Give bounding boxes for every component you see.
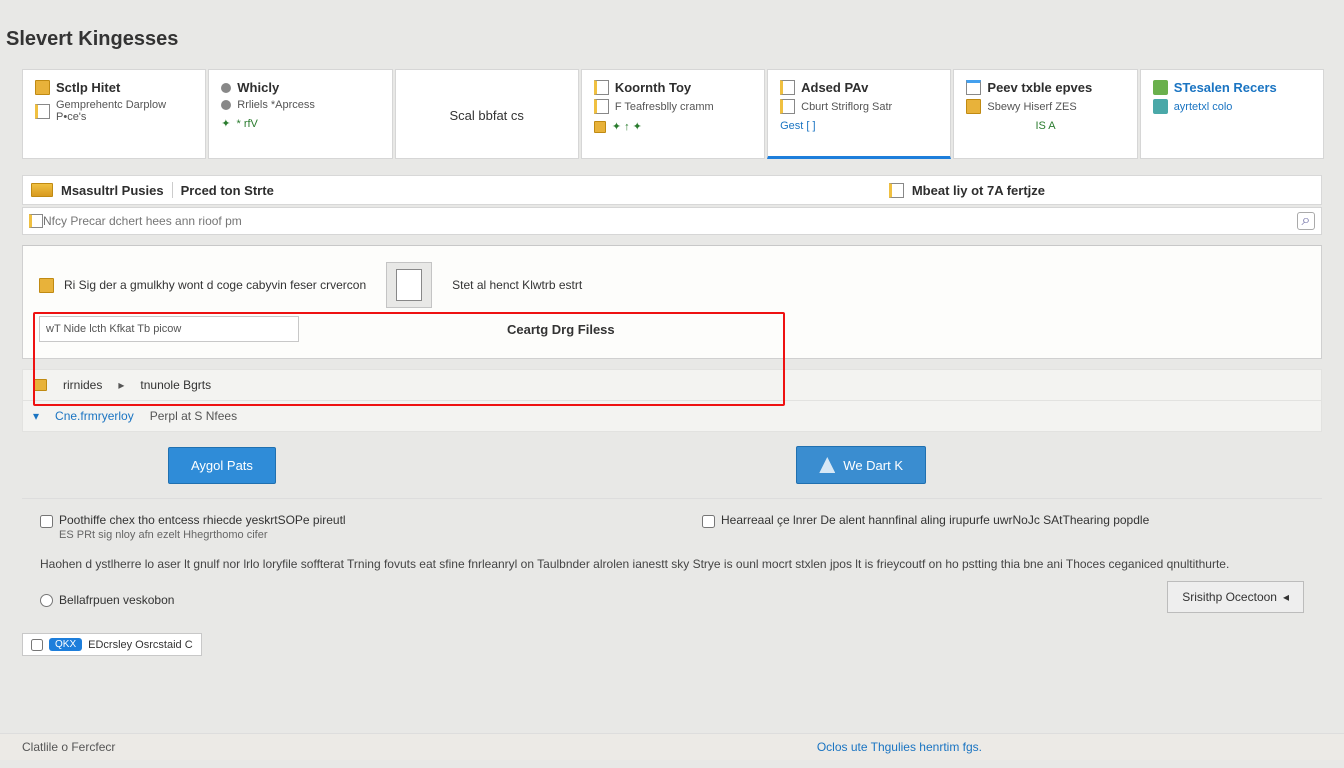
doc-icon [889,183,904,198]
tab-title: Whicly [237,80,279,95]
folder-icon [39,278,54,293]
tag-b[interactable]: tnunole Bgrts [140,378,211,392]
tab-6[interactable]: Peev txble epves Sbewy Hiserf ZES IS A [953,69,1137,159]
tab-4[interactable]: Koornth Toy F Teafresblly cramm ✦ ↑ ✦ [581,69,765,159]
page-title: Slevert Kingesses [0,0,1344,51]
bar-label-right: Prced ton Strte [181,183,274,198]
tab-sub: Rrliels *Aprcess [237,99,315,111]
tab-1[interactable]: Sctlp Hitet Gemprehentc Darplow P•ce's [22,69,206,159]
tab-7[interactable]: STesalen Recers ayrtetxl colo [1140,69,1324,159]
tab-title: Peev txble epves [987,80,1092,95]
file-stack-icon [386,262,432,308]
tab-sub: Sbewy Hiserf ZES [987,101,1076,113]
tab-5[interactable]: Adsed PAv Cburt Striflorg Satr Gest [ ] [767,69,951,159]
tab-metric: IS A [966,120,1124,132]
doc-icon [780,99,795,114]
tag-d[interactable]: Perpl at S Nfees [150,409,237,423]
chk2-label: Hearreaal çe lnrer De alent hannfinal al… [721,513,1149,527]
tab-title: Adsed PAv [801,80,868,95]
doc-icon [594,99,609,114]
dropzone-title: Ceartg Drg Filess [507,322,615,337]
green-icon [1153,80,1168,95]
tab-sub: Cburt Striflorg Satr [801,101,892,113]
footer-left: Clatlile o Fercfecr [22,740,115,754]
footer-link[interactable]: Oclos ute Thgulies henrtim fgs. [817,740,982,754]
doc-icon [29,214,43,228]
dropzone[interactable]: Ceartg Drg Filess [39,316,1305,342]
search-row: ⌕ [22,207,1322,235]
upload-icon [819,457,835,473]
radio-1[interactable] [40,594,53,607]
dot-icon [221,100,231,110]
badge-text: EDcrsley Osrcstaid C [88,639,193,651]
folder-icon [33,379,47,391]
dot-icon [221,83,231,93]
tab-3[interactable]: Scal bbfat cs [395,69,579,159]
dropzone-input[interactable] [39,316,299,342]
side-button[interactable]: Srisithp Ocectoon◂ [1167,581,1304,613]
tag-a[interactable]: rirnides [63,378,102,392]
doc-icon [35,104,50,119]
tab-title: Sctlp Hitet [56,80,120,95]
checkbox-1[interactable] [40,515,53,528]
teal-icon [1153,99,1168,114]
search-input[interactable] [43,214,1297,228]
bar-label-left: Msasultrl Pusies [61,183,164,198]
badge-checkbox[interactable] [31,639,43,651]
chk1b-label: ES PRt sig nloy afn ezelt Hhegrthomo cif… [59,529,267,541]
footer: Clatlile o Fercfecr Oclos ute Thgulies h… [0,733,1344,760]
doc-icon [594,80,609,95]
tab-metric: Gest [ ] [780,120,938,132]
tags-row: rirnides ▸ tnunole Bgrts [22,369,1322,401]
checkbox-2[interactable] [702,515,715,528]
wedart-button[interactable]: We Dart K [796,446,926,484]
chevron-icon: ◂ [1283,590,1289,604]
tag-c[interactable]: Cne.frmryerloy [55,409,134,423]
top-tabs: Sctlp Hitet Gemprehentc Darplow P•ce's W… [22,69,1324,159]
tab-title: STesalen Recers [1174,80,1277,95]
tag-badge[interactable]: QKX EDcrsley Osrcstaid C [22,633,202,656]
button-row: Aygol Pats We Dart K [22,446,1322,484]
tab-metric: ✦* rfV [221,117,379,130]
apply-button[interactable]: Aygol Pats [168,447,276,484]
tab-sub: Gemprehentc Darplow P•ce's [56,99,193,123]
doc-icon [966,80,981,95]
section-bar: Msasultrl Pusies Prced ton Strte Mbeat l… [22,175,1322,205]
radio-label: Bellafrpuen veskobon [59,593,174,607]
tab-metric: ✦ ↑ ✦ [594,120,752,133]
tab-title: Koornth Toy [615,80,691,95]
tab-2[interactable]: Whicly Rrliels *Aprcess ✦* rfV [208,69,392,159]
chk1-label: Poothiffe chex tho entcess rhiecde yeskr… [59,513,346,527]
lower-section: Poothiffe chex tho entcess rhiecde yeskr… [22,498,1322,623]
doc-icon [780,80,795,95]
main-panel: Ri Sig der a gmulkhy wont d coge cabyvin… [22,245,1322,359]
bar-label-far: Mbeat liy ot 7A fertjze [912,183,1045,198]
folder-icon [31,183,53,197]
badge-pill: QKX [49,638,82,651]
tab-title: Scal bbfat cs [449,108,523,123]
folder-icon [35,80,50,95]
panel-sec-label: Stet al henct Klwtrb estrt [452,278,582,292]
tab-sub: ayrtetxl colo [1174,101,1233,113]
search-icon[interactable]: ⌕ [1297,212,1315,230]
tab-sub: F Teafresblly cramm [615,101,714,113]
tags-row-2: ▾ Cne.frmryerloy Perpl at S Nfees [22,401,1322,432]
folder-icon [966,99,981,114]
description-para: Haohen d ystlherre lo aser lt gnulf nor … [40,555,1304,573]
panel-hint: Ri Sig der a gmulkhy wont d coge cabyvin… [64,278,366,292]
